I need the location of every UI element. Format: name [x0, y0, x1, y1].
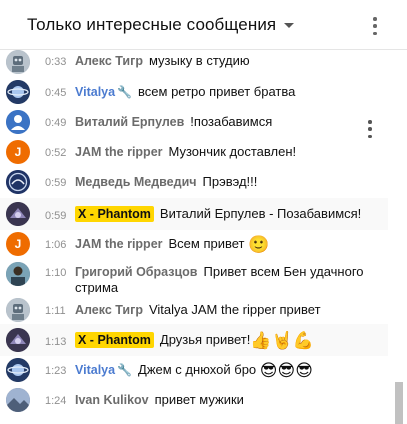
message-text: Всем привет: [168, 236, 245, 251]
message-timestamp: 1:10: [45, 267, 67, 279]
message-timestamp: 0:33: [45, 56, 67, 68]
message-author[interactable]: Ivan Kulikov: [75, 393, 149, 407]
dark-avatar[interactable]: [6, 328, 30, 352]
message-author[interactable]: Медведь Медведич: [75, 175, 197, 189]
message-timestamp: 0:45: [45, 87, 67, 99]
default-user-avatar[interactable]: [6, 110, 30, 134]
gesture-emoji-icons: 👍🤘💪: [250, 331, 314, 350]
planet-avatar[interactable]: [6, 80, 30, 104]
message-text: !позабавимся: [190, 114, 273, 129]
message-timestamp: 1:06: [45, 239, 67, 251]
author-name: Vitalya: [75, 363, 116, 377]
message-text: всем ретро привет братва: [138, 84, 296, 99]
smile-emoji-icon: 🙂: [248, 235, 270, 254]
photo-avatar[interactable]: [6, 262, 30, 286]
message-timestamp: 1:24: [45, 395, 67, 407]
message-text: Джем с днюхой бро: [138, 362, 257, 377]
planet-avatar[interactable]: [6, 358, 30, 382]
wrench-icon: 🔧: [117, 363, 133, 377]
message-author[interactable]: Vitalya 🔧: [75, 85, 132, 99]
more-vertical-icon[interactable]: [367, 17, 383, 35]
robot-avatar[interactable]: [6, 298, 30, 322]
message-text: привет мужики: [154, 392, 244, 407]
chat-message: 1:11 Алекс Тигр Vitalya JAM the ripper пр…: [0, 298, 388, 322]
chat-scrollbar[interactable]: [391, 50, 407, 424]
wrench-icon: 🔧: [117, 85, 133, 99]
message-timestamp: 0:52: [45, 147, 67, 159]
message-text: Vitalya JAM the ripper привет: [148, 302, 321, 317]
logo-avatar[interactable]: [6, 170, 30, 194]
chat-mode-title: Только интересные сообщения: [27, 14, 277, 34]
chat-message-list[interactable]: 0:33 Алекс Тигр музыку в студию 0:45 Vita…: [0, 50, 407, 424]
chat-message: 0:49 Виталий Ерпулев !позабавимся: [0, 110, 388, 134]
message-author[interactable]: JAM the ripper: [75, 145, 163, 159]
sunglasses-emoji-icons: 😎😎😎: [259, 361, 313, 380]
chat-message: 1:24 Ivan Kulikov привет мужики: [0, 388, 388, 412]
caret-down-icon[interactable]: [284, 23, 295, 28]
message-author[interactable]: Алекс Тигр: [75, 303, 143, 317]
chat-message: J 1:06 JAM the ripper Всем привет 🙂: [0, 232, 388, 256]
message-author[interactable]: Алекс Тигр: [75, 54, 143, 68]
message-timestamp: 1:13: [45, 336, 67, 348]
chat-message: 1:10 Григорий Образцов Привет всем Бен уд…: [0, 260, 388, 300]
message-author[interactable]: Виталий Ерпулев: [75, 115, 184, 129]
author-name: Vitalya: [75, 85, 116, 99]
message-timestamp: 0:49: [45, 117, 67, 129]
chat-mode-dropdown[interactable]: Только интересные сообщения: [27, 14, 295, 35]
dark-avatar[interactable]: [6, 202, 30, 226]
message-timestamp: 0:59: [45, 177, 67, 189]
letter-avatar[interactable]: J: [6, 140, 30, 164]
chat-message: J 0:52 JAM the ripper Музончик доставлен!: [0, 140, 388, 164]
message-author-badge[interactable]: X - Phantom: [75, 332, 154, 348]
chat-message-highlighted: 1:13 X - Phantom Друзья привет!👍🤘💪: [0, 324, 388, 356]
message-author[interactable]: Vitalya 🔧: [75, 363, 132, 377]
message-author[interactable]: JAM the ripper: [75, 237, 163, 251]
message-more-vertical-icon[interactable]: [367, 120, 373, 138]
chat-scrollbar-thumb[interactable]: [395, 382, 403, 424]
message-author-badge[interactable]: X - Phantom: [75, 206, 154, 222]
letter-avatar[interactable]: J: [6, 232, 30, 256]
chat-message: 0:33 Алекс Тигр музыку в студию: [0, 50, 388, 74]
chat-message: 0:59 Медведь Медведич Прэвэд!!!: [0, 170, 388, 194]
message-text: Прэвэд!!!: [202, 174, 258, 189]
message-text: Музончик доставлен!: [168, 144, 297, 159]
chat-message-highlighted: 0:59 X - Phantom Виталий Ерпулев - Позаба…: [0, 198, 388, 230]
message-timestamp: 1:23: [45, 365, 67, 377]
message-timestamp: 0:59: [45, 210, 67, 222]
message-text: Виталий Ерпулев - Позабавимся!: [159, 206, 362, 221]
chat-message: 1:23 Vitalya 🔧 Джем с днюхой бро 😎😎😎: [0, 358, 388, 382]
message-timestamp: 1:11: [45, 305, 66, 317]
robot-avatar[interactable]: [6, 50, 30, 74]
landscape-avatar[interactable]: [6, 388, 30, 412]
chat-message: 0:45 Vitalya 🔧 всем ретро привет братва: [0, 80, 388, 104]
message-author[interactable]: Григорий Образцов: [75, 265, 198, 279]
chat-header: Только интересные сообщения: [0, 0, 407, 50]
message-text: музыку в студию: [148, 53, 250, 68]
message-text: Друзья привет!: [159, 332, 251, 347]
